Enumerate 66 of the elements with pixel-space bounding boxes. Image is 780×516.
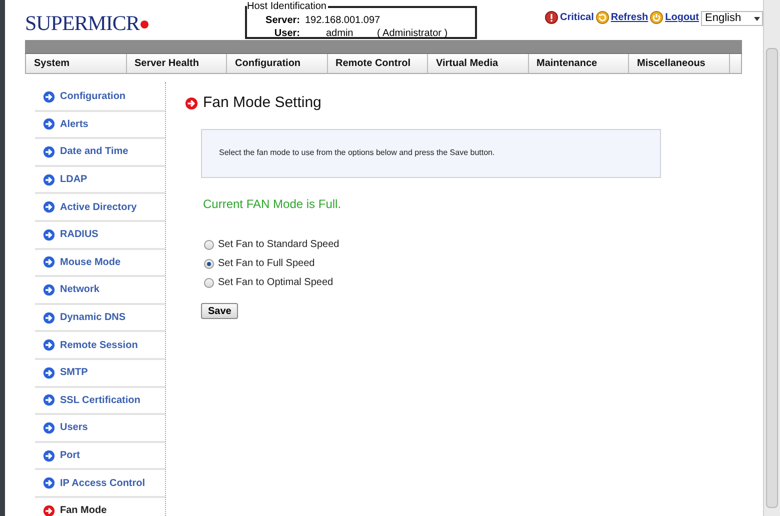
sidebar-item[interactable]: Active Directory (35, 194, 165, 222)
menu-tab[interactable]: Maintenance (528, 54, 629, 73)
arrow-icon (43, 339, 55, 352)
arrow-icon (43, 174, 55, 186)
arrow-icon (43, 394, 55, 406)
sidebar-item[interactable]: Remote Session (35, 332, 165, 360)
sidebar-item[interactable]: Alerts (35, 112, 165, 140)
header-link[interactable]: Logout (665, 10, 699, 25)
arrow-icon (43, 118, 55, 130)
scrollbar[interactable] (763, 0, 780, 516)
sidebar-item[interactable]: Network (35, 277, 165, 305)
arrow-icon (43, 256, 55, 268)
menu-tab[interactable]: Remote Control (328, 54, 428, 73)
box-title: Host Identification (247, 1, 328, 12)
menu-tab[interactable]: Miscellaneous (629, 54, 730, 73)
arrow-icon (43, 201, 55, 214)
arrow-icon (43, 477, 55, 490)
sidebar-item[interactable]: SSL Certification (35, 388, 165, 416)
sidebar-item[interactable]: Users (35, 415, 165, 443)
sidebar-item[interactable]: Date and Time (35, 139, 165, 167)
sidebar-item[interactable]: Port (35, 442, 165, 470)
field-label: Server: (264, 14, 301, 27)
field-value: admin (325, 27, 354, 40)
instructions-text: Select the fan mode to use from the options below and press the Save button. (219, 147, 495, 159)
radio-button[interactable] (204, 278, 214, 288)
sidebar-item[interactable]: Configuration (35, 84, 165, 112)
alert-icon (544, 11, 558, 24)
sidebar-item[interactable]: LDAP (35, 166, 165, 194)
language-select[interactable]: English (701, 11, 763, 26)
arrow-icon (43, 504, 55, 516)
arrow-icon (43, 366, 55, 379)
arrow-icon (43, 228, 55, 241)
power-icon (650, 11, 664, 24)
arrow-icon (43, 450, 55, 462)
page-title: Fan Mode Setting (203, 93, 322, 113)
logo-dot-icon (140, 20, 150, 29)
menu-tab[interactable]: Server Health (126, 54, 227, 73)
role-text: ( Administrator ) (377, 27, 448, 40)
arrow-icon (43, 90, 55, 103)
alert-label: Critical (560, 11, 594, 25)
arrow-icon (43, 312, 55, 324)
option-label[interactable]: Set Fan to Standard Speed (218, 237, 340, 252)
field-value: 192.168.001.097 (305, 14, 380, 27)
save-button[interactable]: Save (201, 302, 238, 318)
option-label[interactable]: Set Fan to Full Speed (218, 256, 315, 271)
sidebar-item[interactable]: Mouse Mode (35, 250, 165, 278)
menu-tab[interactable]: System (26, 54, 126, 73)
sidebar-item[interactable]: RADIUS (35, 222, 165, 250)
radio-button[interactable] (204, 258, 214, 268)
sidebar-item[interactable]: SMTP (35, 360, 165, 388)
sidebar-item[interactable]: Fan Mode (35, 498, 165, 516)
status-text: Current FAN Mode is Full. (203, 196, 342, 212)
menu-tab[interactable]: Virtual Media (428, 54, 528, 73)
field-label: User: (273, 27, 301, 40)
menu-tab[interactable]: Configuration (227, 54, 328, 73)
sidebar-item[interactable]: IP Access Control (35, 470, 165, 498)
refresh-icon (596, 11, 609, 24)
option-label[interactable]: Set Fan to Optimal Speed (218, 275, 334, 290)
arrow-icon (43, 422, 55, 434)
arrow-icon (185, 96, 198, 110)
arrow-icon (43, 146, 55, 158)
header-link[interactable]: Refresh (610, 10, 648, 25)
arrow-icon (43, 284, 55, 296)
radio-button[interactable] (204, 240, 214, 250)
logo-text: SUPERMICR (25, 10, 140, 37)
sidebar-item[interactable]: Dynamic DNS (35, 304, 165, 332)
